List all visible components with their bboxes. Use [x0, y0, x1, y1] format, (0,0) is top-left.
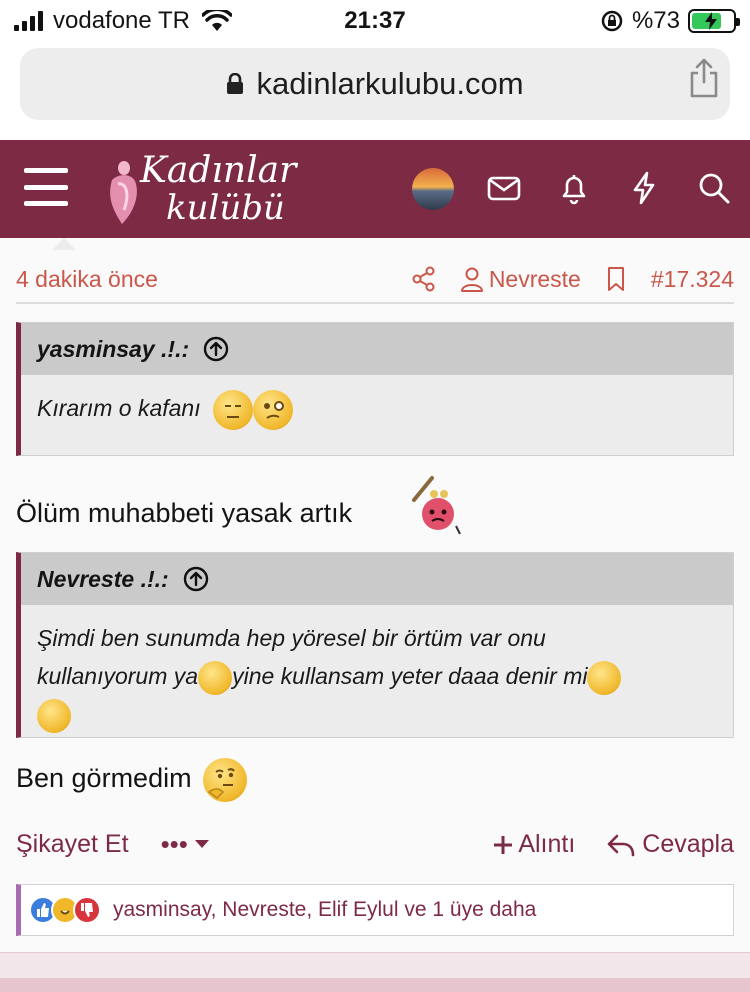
bell-icon[interactable]	[556, 170, 592, 206]
carrier-name: vodafone TR	[53, 7, 190, 34]
reply-button[interactable]: Cevapla	[607, 830, 734, 859]
wifi-icon	[201, 10, 232, 31]
quote-author: yasminsay .!.:	[37, 335, 190, 362]
post-author-name: Nevreste	[488, 265, 581, 292]
quote-label: Alıntı	[518, 829, 576, 858]
site-header: Kadınlar kulübü	[0, 140, 750, 238]
bookmark-icon[interactable]	[603, 266, 629, 292]
share-icon[interactable]	[688, 58, 720, 98]
quote-body: Şimdi ben sunumda hep yöresel bir örtüm …	[21, 605, 733, 745]
reaction-icons	[29, 896, 101, 924]
reactions-bar[interactable]: yasminsay, Nevreste, Elif Eylul ve 1 üye…	[16, 884, 734, 936]
logo-mark	[110, 161, 137, 224]
post-text-2: Ben görmedim	[16, 763, 192, 794]
angry-emoji-icon	[412, 476, 461, 535]
menu-icon[interactable]	[24, 168, 68, 206]
quote-header[interactable]: yasminsay .!.:	[21, 323, 733, 375]
signal-icon	[14, 11, 43, 31]
logo-line1: Kadınlar	[140, 150, 297, 191]
rotation-lock-icon	[601, 10, 623, 32]
battery-icon	[688, 9, 740, 33]
chevron-down-icon	[194, 840, 209, 848]
post-text-1: Ölüm muhabbeti yasak artık	[16, 498, 353, 528]
quote-header[interactable]: Nevreste .!.:	[21, 553, 733, 605]
tears-of-joy-emoji-icon	[198, 660, 233, 695]
logo-line2: kulübü	[166, 188, 285, 228]
confused-emoji-icon	[253, 389, 294, 430]
address-bar[interactable]: kadinlarkulubu.com	[20, 48, 730, 120]
lock-icon	[227, 73, 244, 94]
post-actions: Şikayet Et ••• Alıntı Cevapla	[16, 822, 734, 866]
menu-pointer	[52, 238, 76, 250]
quote-button[interactable]: Alıntı	[493, 829, 576, 859]
quote-text-part: kullanıyorum ya	[37, 663, 199, 689]
arrow-up-circle-icon[interactable]	[203, 336, 229, 362]
quote-text-line: Şimdi ben sunumda hep yöresel bir örtüm …	[37, 625, 546, 651]
tears-of-joy-emoji-icon	[587, 660, 622, 695]
more-dots-icon: •••	[160, 828, 188, 859]
site-logo[interactable]: Kadınlar kulübü	[100, 146, 300, 232]
report-link[interactable]: Şikayet Et	[16, 830, 129, 859]
hungry-emoji-icon	[213, 389, 254, 430]
mail-icon[interactable]	[486, 170, 522, 206]
reply-label: Cevapla	[642, 829, 734, 858]
more-menu[interactable]: •••	[161, 829, 210, 860]
plus-icon	[493, 835, 512, 854]
status-bar: vodafone TR 21:37 %73	[0, 0, 750, 42]
quote-block: Nevreste .!.: Şimdi ben sunumda hep yöre…	[16, 552, 734, 738]
post-meta: 4 dakika önce Nevreste #17.324	[16, 256, 734, 304]
post-author[interactable]: Nevreste	[459, 266, 581, 293]
battery-percent: %73	[631, 7, 680, 34]
user-icon	[460, 267, 483, 292]
post-number[interactable]: #17.324	[651, 266, 734, 293]
next-post-edge	[0, 978, 750, 992]
post-time[interactable]: 4 dakika önce	[16, 266, 158, 293]
share-post-icon[interactable]	[411, 266, 437, 292]
reactions-text[interactable]: yasminsay, Nevreste, Elif Eylul ve 1 üye…	[113, 898, 536, 922]
avatar[interactable]	[412, 168, 454, 210]
bolt-icon[interactable]	[626, 170, 662, 206]
search-icon[interactable]	[696, 170, 732, 206]
post-line-1: Ölüm muhabbeti yasak artık	[16, 498, 352, 529]
quote-text: Kırarım o kafanı	[37, 395, 201, 421]
post-line-2: Ben görmedim	[16, 758, 248, 802]
url-text: kadinlarkulubu.com	[256, 66, 524, 101]
thinking-emoji-icon	[203, 758, 248, 802]
quote-author: Nevreste .!.:	[37, 565, 169, 592]
quote-block: yasminsay .!.: Kırarım o kafanı	[16, 322, 734, 456]
quote-body: Kırarım o kafanı	[21, 375, 733, 442]
dislike-icon	[73, 896, 101, 924]
quote-text-part: yine kullansam yeter daaa denir mi	[232, 663, 588, 689]
browser-bar: kadinlarkulubu.com	[0, 42, 750, 140]
reply-icon	[608, 834, 635, 857]
post-divider	[0, 952, 750, 978]
arrow-up-circle-icon[interactable]	[183, 566, 209, 592]
rolling-laugh-emoji-icon	[37, 698, 71, 733]
